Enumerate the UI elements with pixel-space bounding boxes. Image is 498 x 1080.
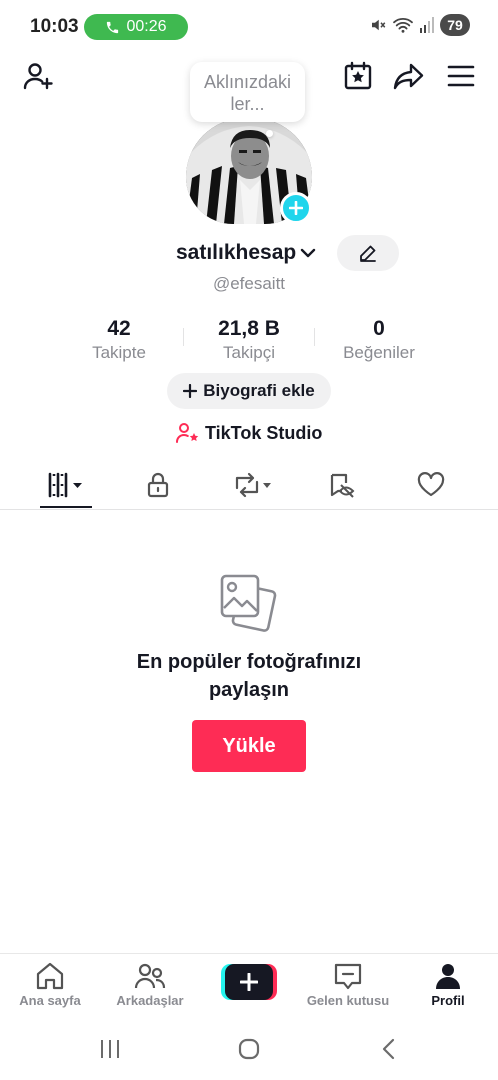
- call-duration: 00:26: [126, 18, 167, 35]
- nav-friends-label: Arkadaşlar: [116, 993, 184, 1008]
- add-friend-button[interactable]: [18, 58, 58, 94]
- nav-home[interactable]: Ana sayfa: [14, 962, 86, 1008]
- calendar-button[interactable]: [340, 58, 376, 94]
- stat-likes[interactable]: 0 Beğeniler: [330, 316, 428, 364]
- create-button-face: [225, 964, 273, 1000]
- status-time: 10:03: [30, 16, 79, 37]
- stat-following[interactable]: 42 Takipte: [70, 316, 168, 364]
- stat-value: 21,8 B: [218, 317, 280, 340]
- back-button[interactable]: [374, 1035, 404, 1063]
- battery-indicator: 79: [440, 14, 470, 36]
- stat-divider: [183, 328, 184, 346]
- status-bar: 10:03 00:26 79: [0, 0, 498, 54]
- nav-home-label: Ana sayfa: [19, 993, 81, 1008]
- battery-level: 79: [447, 17, 463, 33]
- create-post-button[interactable]: [221, 964, 277, 1000]
- plus-icon: [289, 201, 303, 215]
- calendar-star-icon: [344, 61, 372, 90]
- stat-value: 0: [373, 317, 385, 340]
- recents-icon: [101, 1040, 119, 1058]
- tiktok-studio-label: TikTok Studio: [205, 422, 323, 443]
- menu-button[interactable]: [442, 58, 480, 94]
- empty-state-line-1: En popüler fotoğrafınızı: [136, 651, 362, 673]
- stat-value: 42: [107, 317, 131, 340]
- nav-inbox-label: Gelen kutusu: [306, 993, 390, 1008]
- stat-label: Takipte: [92, 343, 146, 362]
- nav-inbox[interactable]: Gelen kutusu: [300, 962, 396, 1008]
- stat-divider: [314, 328, 315, 346]
- empty-state-line-2: paylaşın: [208, 679, 290, 701]
- friends-icon: [134, 963, 166, 989]
- username-switcher[interactable]: satılıkhesap: [176, 238, 316, 268]
- tab-videos[interactable]: [40, 462, 92, 508]
- home-circle-icon: [238, 1038, 260, 1060]
- tab-tagged[interactable]: [324, 462, 360, 508]
- tagged-eye-icon: [330, 473, 355, 498]
- profile-icon: [436, 964, 460, 989]
- lock-icon: [147, 472, 169, 498]
- status-icons: 79: [369, 14, 470, 36]
- tab-liked[interactable]: [413, 462, 449, 508]
- tab-reposts[interactable]: [226, 462, 278, 508]
- chevron-down-icon: [301, 248, 316, 258]
- repost-icon: [235, 472, 271, 498]
- pencil-icon: [360, 245, 376, 262]
- share-profile-button[interactable]: [390, 58, 428, 94]
- tab-private[interactable]: [140, 462, 176, 508]
- avatar-container[interactable]: [186, 118, 312, 226]
- photos-icon: [220, 574, 277, 632]
- ongoing-call-pill[interactable]: 00:26: [84, 14, 188, 40]
- bottom-navigation: Ana sayfa Arkadaşlar Gelen kutusu Profil: [0, 953, 498, 1017]
- mute-icon: [372, 19, 386, 31]
- note-bubble-tail: [266, 130, 273, 137]
- add-user-icon: [23, 63, 53, 90]
- user-handle: @efesaitt: [212, 274, 286, 293]
- back-chevron-icon: [382, 1038, 395, 1060]
- content-tabs: [0, 462, 498, 510]
- upload-button[interactable]: Yükle: [192, 720, 306, 772]
- heart-icon: [417, 472, 445, 497]
- share-arrow-icon: [393, 63, 424, 90]
- add-story-button[interactable]: [280, 192, 312, 224]
- stat-label: Takipçi: [223, 343, 275, 362]
- add-bio-button[interactable]: Biyografi ekle: [167, 373, 331, 409]
- inbox-icon: [334, 963, 362, 990]
- nav-friends[interactable]: Arkadaşlar: [108, 962, 192, 1008]
- phone-icon: [107, 21, 119, 33]
- active-tab-indicator: [40, 506, 92, 508]
- username: satılıkhesap: [176, 241, 297, 264]
- stat-followers[interactable]: 21,8 B Takipçi: [198, 316, 300, 364]
- grid-icon: [48, 472, 82, 498]
- nav-profile-label: Profil: [431, 993, 465, 1008]
- plus-icon: [183, 384, 198, 398]
- hamburger-menu-icon: [447, 65, 475, 87]
- nav-profile[interactable]: Profil: [420, 962, 476, 1008]
- tiktok-studio-link[interactable]: TikTok Studio: [176, 420, 322, 446]
- home-button[interactable]: [234, 1035, 264, 1063]
- note-bubble[interactable]: Aklınızdaki ler...: [190, 62, 305, 122]
- add-bio-label: Biyografi ekle: [203, 381, 315, 400]
- wifi-icon: [393, 18, 413, 33]
- plus-icon: [240, 973, 258, 991]
- home-icon: [36, 962, 64, 990]
- creator-star-icon: [176, 423, 199, 443]
- system-navigation-bar: [0, 1017, 498, 1080]
- edit-profile-button[interactable]: [337, 235, 399, 271]
- empty-state-title: En popüler fotoğrafınızı paylaşın: [0, 648, 498, 704]
- stat-label: Beğeniler: [343, 343, 415, 362]
- signal-icon: [420, 17, 434, 33]
- recents-button[interactable]: [94, 1035, 126, 1063]
